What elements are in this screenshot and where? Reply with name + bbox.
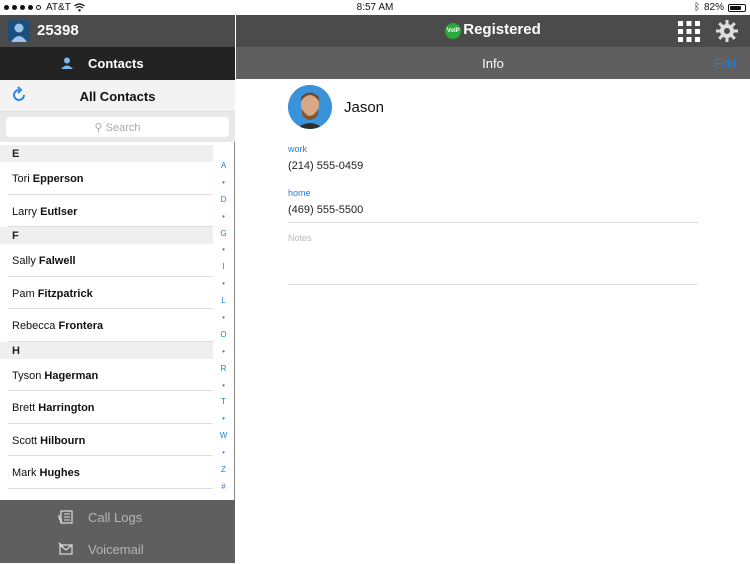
tab-call-logs-label: Call Logs (88, 510, 143, 525)
contact-row[interactable]: Mark Hughes (8, 456, 213, 489)
contact-row[interactable]: Sally Falwell (8, 244, 213, 277)
home-phone-number[interactable]: (469) 555-5500 (288, 204, 363, 216)
contact-row[interactable]: Larry Eutlser (8, 195, 213, 227)
call-logs-icon (58, 510, 73, 524)
edit-button[interactable]: Edit (714, 56, 736, 71)
index-letter[interactable]: • (215, 276, 232, 293)
contact-row[interactable]: Pam Fitzpatrick (8, 277, 213, 309)
contact-first-name: Larry (12, 205, 38, 218)
contact-first-name: Sally (12, 255, 36, 267)
contact-row[interactable]: Rebecca Frontera (8, 309, 213, 342)
contact-first-name: Tori (12, 173, 30, 185)
notes-field[interactable]: Notes (288, 233, 312, 243)
list-header: All Contacts (0, 80, 235, 112)
bottom-tab-bar: Call Logs Voicemail (0, 500, 235, 563)
account-number: 25398 (37, 22, 79, 39)
battery-icon (728, 3, 746, 12)
divider (288, 284, 698, 285)
index-letter[interactable]: • (215, 209, 232, 226)
search-input[interactable]: ⚲ Search (6, 117, 229, 137)
index-letter[interactable]: L (215, 293, 232, 310)
contact-last-name: Hilbourn (40, 434, 86, 447)
contact-first-name: Pam (12, 287, 35, 300)
contact-first-name: Scott (12, 434, 38, 447)
tab-voicemail[interactable]: Voicemail (0, 533, 235, 564)
contact-last-name: Hagerman (44, 369, 99, 382)
top-bar: VoIP Registered (236, 15, 750, 47)
contact-person-icon (61, 57, 73, 69)
index-letter[interactable]: R (215, 361, 232, 378)
tab-contacts[interactable]: Contacts (0, 47, 235, 80)
index-letter[interactable]: D (215, 192, 232, 209)
index-letter[interactable]: • (215, 310, 232, 327)
tab-voicemail-label: Voicemail (88, 542, 144, 557)
contact-last-name: Eutlser (40, 205, 78, 218)
contact-row[interactable]: Tori Epperson (8, 162, 213, 195)
search-placeholder: ⚲ Search (6, 121, 229, 134)
section-header: H (0, 341, 213, 359)
contact-last-name: Harrington (38, 402, 95, 414)
account-avatar-icon[interactable] (8, 20, 30, 42)
index-letter[interactable]: G (215, 226, 232, 243)
registration-status: VoIP Registered (236, 21, 750, 39)
index-letter[interactable]: • (215, 445, 232, 462)
index-letter[interactable]: A (215, 158, 232, 175)
registration-status-text: Registered (463, 21, 541, 38)
index-letter[interactable]: # (215, 479, 232, 496)
info-bar: Info Edit (236, 47, 750, 79)
index-letter[interactable]: • (215, 378, 232, 395)
voip-badge: VoIP (445, 23, 462, 39)
contact-last-name: Frontera (58, 320, 104, 332)
info-title: Info (482, 56, 504, 71)
index-letter[interactable]: • (215, 175, 232, 192)
search-icon: ⚲ (94, 122, 103, 134)
contact-row[interactable]: Scott Hilbourn (8, 424, 213, 456)
contact-list: E Tori Epperson Larry Eutlser F Sally Falwel… (0, 145, 213, 489)
contact-last-name: Hughes (39, 467, 80, 479)
status-right: ᛒ 82% (694, 2, 746, 13)
battery-level (730, 5, 741, 10)
work-phone-number[interactable]: (214) 555-0459 (288, 160, 363, 172)
contacts-pane: 25398 Contacts All Contacts ⚲ Search E To… (0, 15, 235, 563)
tab-contacts-label: Contacts (88, 56, 144, 71)
index-letter[interactable]: O (215, 327, 232, 344)
contact-name: Jason (344, 99, 385, 116)
contact-last-name: Epperson (32, 173, 84, 185)
contact-row[interactable]: Brett Harrington (8, 391, 213, 424)
contact-first-name: Tyson (12, 369, 42, 382)
alphabet-index[interactable]: A • D • G • I • L • O • R • T • W • Z # (215, 158, 232, 496)
dialpad-icon[interactable] (678, 21, 700, 42)
index-letter[interactable]: T (215, 394, 232, 411)
contact-row[interactable]: Tyson Hagerman (8, 359, 213, 391)
contact-first-name: Mark (12, 467, 37, 479)
contact-photo (288, 85, 332, 129)
clock: 8:57 AM (356, 2, 394, 13)
bluetooth-icon: ᛒ (693, 2, 700, 13)
search-bar: ⚲ Search (0, 112, 235, 142)
index-letter[interactable]: • (215, 411, 232, 428)
voicemail-icon (58, 542, 73, 555)
contact-detail: Jason work (214) 555-0459 home (469) 555… (236, 79, 750, 563)
index-letter[interactable]: I (215, 259, 232, 276)
contact-first-name: Brett (12, 402, 36, 414)
index-letter[interactable]: • (215, 344, 232, 361)
contact-first-name: Rebecca (12, 320, 56, 332)
list-title: All Contacts (79, 89, 156, 104)
section-header: F (0, 227, 213, 244)
status-bar: AT&T 8:57 AM ᛒ 82% (0, 0, 750, 15)
account-bar: 25398 (0, 15, 235, 47)
search-placeholder-text: Search (105, 122, 141, 134)
contact-last-name: Falwell (38, 255, 76, 267)
divider (288, 222, 698, 223)
tab-call-logs[interactable]: Call Logs (0, 501, 235, 532)
battery-percent: 82% (703, 2, 724, 13)
index-letter[interactable]: Z (215, 462, 232, 479)
work-phone-label: work (288, 144, 308, 154)
contact-last-name: Fitzpatrick (37, 287, 93, 300)
home-phone-label: home (288, 188, 311, 198)
gear-icon[interactable] (716, 20, 738, 42)
section-header: E (0, 145, 213, 162)
index-letter[interactable]: • (215, 242, 232, 259)
index-letter[interactable]: W (215, 428, 232, 445)
